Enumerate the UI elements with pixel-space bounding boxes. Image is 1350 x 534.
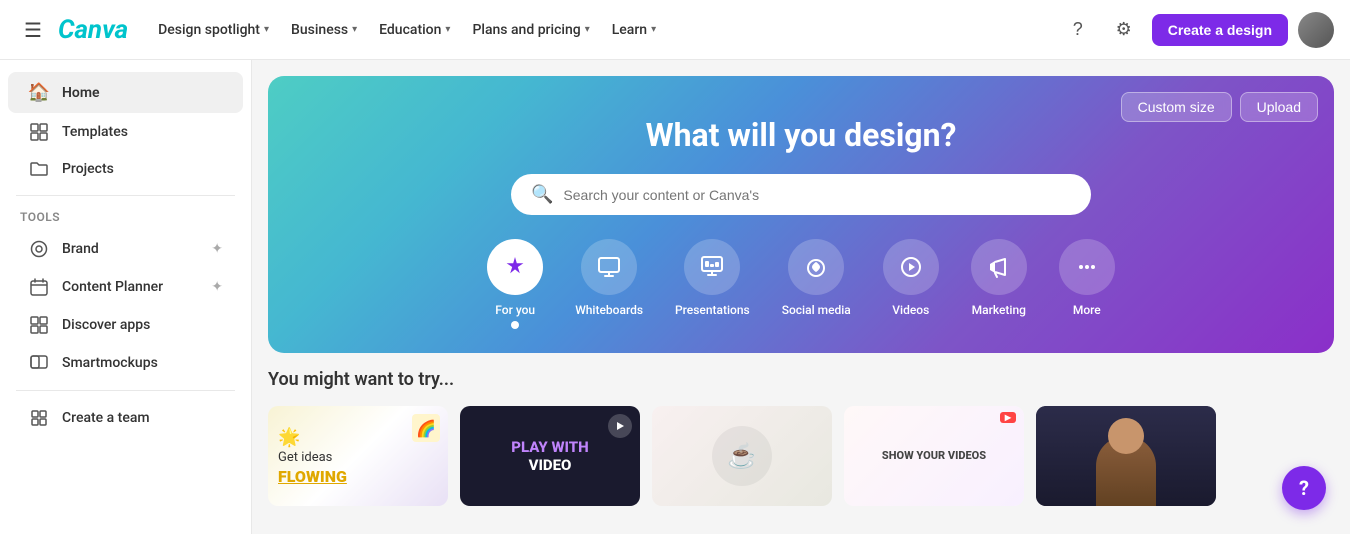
card-play-line1: PLAY WITH [511,438,588,456]
videos-icon [883,239,939,295]
hero-actions: Custom size Upload [1121,92,1318,122]
search-icon: 🔍 [531,184,553,205]
help-button[interactable]: ? [1060,12,1096,48]
top-navigation: ☰ Canva Design spotlight ▾ Business ▾ Ed… [0,0,1350,60]
nav-education[interactable]: Education ▾ [369,16,460,44]
category-presentations[interactable]: Presentations [675,239,750,329]
team-icon [28,409,50,427]
star-icon: ✦ [211,241,223,257]
card-play-line2: VIDEO [511,456,588,474]
suggestion-card-3[interactable]: ☕ [652,406,832,506]
suggestion-card-show-videos[interactable]: ▶ SHOW YOUR VIDEOS [844,406,1024,506]
sidebar-item-templates[interactable]: Templates [8,113,243,151]
brand-icon [28,240,50,258]
nav-right-actions: ? ⚙ Create a design [1060,12,1334,48]
suggestions-section: You might want to try... 🌟 Get ideas FLO… [252,369,1350,522]
calendar-icon [28,278,50,296]
hamburger-menu[interactable]: ☰ [16,14,50,46]
sidebar-item-smartmockups[interactable]: Smartmockups [8,344,243,382]
sidebar-divider-2 [16,390,235,391]
tools-section-label: Tools [0,204,251,230]
apps-icon [28,316,50,334]
chevron-down-icon: ▾ [352,24,357,35]
category-marketing[interactable]: Marketing [971,239,1027,329]
card-show-videos-label: SHOW YOUR VIDEOS [882,449,986,463]
suggestion-card-person[interactable] [1036,406,1216,506]
chevron-down-icon: ▾ [651,24,656,35]
custom-size-button[interactable]: Custom size [1121,92,1232,122]
folder-icon [28,161,50,177]
more-icon [1059,239,1115,295]
upload-button[interactable]: Upload [1240,92,1318,122]
suggestions-title: You might want to try... [268,369,1334,390]
create-design-button[interactable]: Create a design [1152,14,1288,46]
sidebar-item-projects[interactable]: Projects [8,151,243,187]
sidebar-item-brand[interactable]: Brand ✦ [8,230,243,268]
sidebar-divider [16,195,235,196]
whiteboards-icon [581,239,637,295]
star-icon: ✦ [211,279,223,295]
marketing-icon [971,239,1027,295]
main-layout: 🏠 Home Templates Projects T [0,60,1350,534]
help-fab-button[interactable]: ? [1282,466,1326,510]
sidebar-item-home[interactable]: 🏠 Home [8,72,243,113]
nav-links: Design spotlight ▾ Business ▾ Education … [148,16,1052,44]
social-media-icon [788,239,844,295]
sidebar-item-discover-apps[interactable]: Discover apps [8,306,243,344]
search-input[interactable] [563,187,1071,203]
category-for-you[interactable]: For you [487,239,543,329]
for-you-icon [487,239,543,295]
nav-design-spotlight[interactable]: Design spotlight ▾ [148,16,279,44]
active-indicator [511,321,519,329]
card-get-ideas-line1: Get ideas [278,450,438,465]
nav-business[interactable]: Business ▾ [281,16,367,44]
category-more[interactable]: More [1059,239,1115,329]
user-avatar[interactable] [1298,12,1334,48]
nav-learn[interactable]: Learn ▾ [602,16,666,44]
category-icons: For you Whiteboards [292,239,1310,329]
main-content: Custom size Upload What will you design?… [252,60,1350,534]
hero-section: Custom size Upload What will you design?… [268,76,1334,353]
sidebar-item-create-team[interactable]: Create a team [8,399,243,437]
suggestion-card-get-ideas[interactable]: 🌟 Get ideas FLOWING 🌈 [268,406,448,506]
home-icon: 🏠 [28,82,50,103]
chevron-down-icon: ▾ [264,24,269,35]
chevron-down-icon: ▾ [445,24,450,35]
category-whiteboards[interactable]: Whiteboards [575,239,643,329]
category-social-media[interactable]: Social media [782,239,851,329]
card-get-ideas-line2: FLOWING [278,467,438,486]
sidebar: 🏠 Home Templates Projects T [0,60,252,534]
chevron-down-icon: ▾ [585,24,590,35]
templates-icon [28,123,50,141]
canva-logo[interactable]: Canva [58,15,128,45]
category-videos[interactable]: Videos [883,239,939,329]
suggestion-card-play-video[interactable]: PLAY WITH VIDEO [460,406,640,506]
search-bar: 🔍 [511,174,1091,215]
settings-button[interactable]: ⚙ [1106,12,1142,48]
sidebar-item-content-planner[interactable]: Content Planner ✦ [8,268,243,306]
suggestions-cards: 🌟 Get ideas FLOWING 🌈 PLAY [268,406,1334,506]
presentations-icon [684,239,740,295]
smartmockups-icon [28,354,50,372]
nav-plans-pricing[interactable]: Plans and pricing ▾ [462,16,599,44]
